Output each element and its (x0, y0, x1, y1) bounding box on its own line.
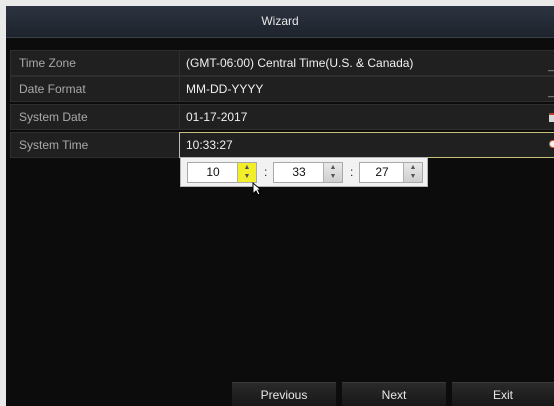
date-format-row: Date Format MM-DD-YYYY — (10, 76, 554, 102)
system-date-field[interactable]: 01-17-2017 (179, 105, 554, 129)
system-time-value: 10:33:27 (186, 138, 233, 152)
second-spin-buttons[interactable]: ▲ ▼ (403, 163, 422, 182)
date-format-select[interactable]: MM-DD-YYYY — (179, 77, 554, 101)
calendar-icon[interactable] (549, 113, 554, 122)
clock-icon[interactable] (549, 140, 554, 148)
time-separator: : (264, 165, 268, 179)
system-time-row: System Time 10:33:27 (10, 132, 554, 158)
hour-spin-buttons[interactable]: ▲ ▼ (237, 163, 256, 182)
time-zone-row: Time Zone (GMT-06:00) Central Time(U.S. … (10, 50, 554, 76)
mouse-cursor-icon (252, 182, 262, 196)
time-zone-select[interactable]: (GMT-06:00) Central Time(U.S. & Canada) … (179, 51, 554, 75)
minute-down-icon[interactable]: ▼ (324, 172, 342, 181)
time-zone-value: (GMT-06:00) Central Time(U.S. & Canada) (186, 56, 414, 70)
minute-up-icon[interactable]: ▲ (324, 163, 342, 172)
system-date-value: 01-17-2017 (186, 110, 248, 124)
minute-stepper[interactable]: 33 ▲ ▼ (273, 162, 343, 183)
window-title: Wizard (6, 6, 554, 38)
second-stepper[interactable]: 27 ▲ ▼ (359, 162, 423, 183)
second-input[interactable]: 27 (360, 163, 404, 182)
time-separator: : (350, 165, 354, 179)
system-time-field[interactable]: 10:33:27 (179, 132, 554, 158)
wizard-window: Wizard Time Zone (GMT-06:00) Central Tim… (6, 6, 554, 406)
system-time-label: System Time (19, 138, 89, 152)
hour-stepper[interactable]: 10 ▲ ▼ (187, 162, 257, 183)
system-date-label: System Date (19, 110, 88, 124)
time-zone-label: Time Zone (19, 56, 76, 70)
second-up-icon[interactable]: ▲ (404, 163, 422, 172)
previous-button[interactable]: Previous (232, 382, 336, 406)
system-date-row: System Date 01-17-2017 (10, 104, 554, 130)
minute-input[interactable]: 33 (274, 163, 324, 182)
hour-down-icon[interactable]: ▼ (238, 172, 256, 181)
minute-spin-buttons[interactable]: ▲ ▼ (323, 163, 342, 182)
second-down-icon[interactable]: ▼ (404, 172, 422, 181)
next-button[interactable]: Next (342, 382, 446, 406)
hour-up-icon[interactable]: ▲ (238, 163, 256, 172)
date-format-label: Date Format (19, 82, 86, 96)
exit-button[interactable]: Exit (452, 382, 554, 406)
date-format-value: MM-DD-YYYY (186, 82, 264, 96)
time-picker-popup: 10 ▲ ▼ : 33 ▲ ▼ : 27 ▲ ▼ (180, 157, 428, 187)
hour-input[interactable]: 10 (188, 163, 238, 182)
